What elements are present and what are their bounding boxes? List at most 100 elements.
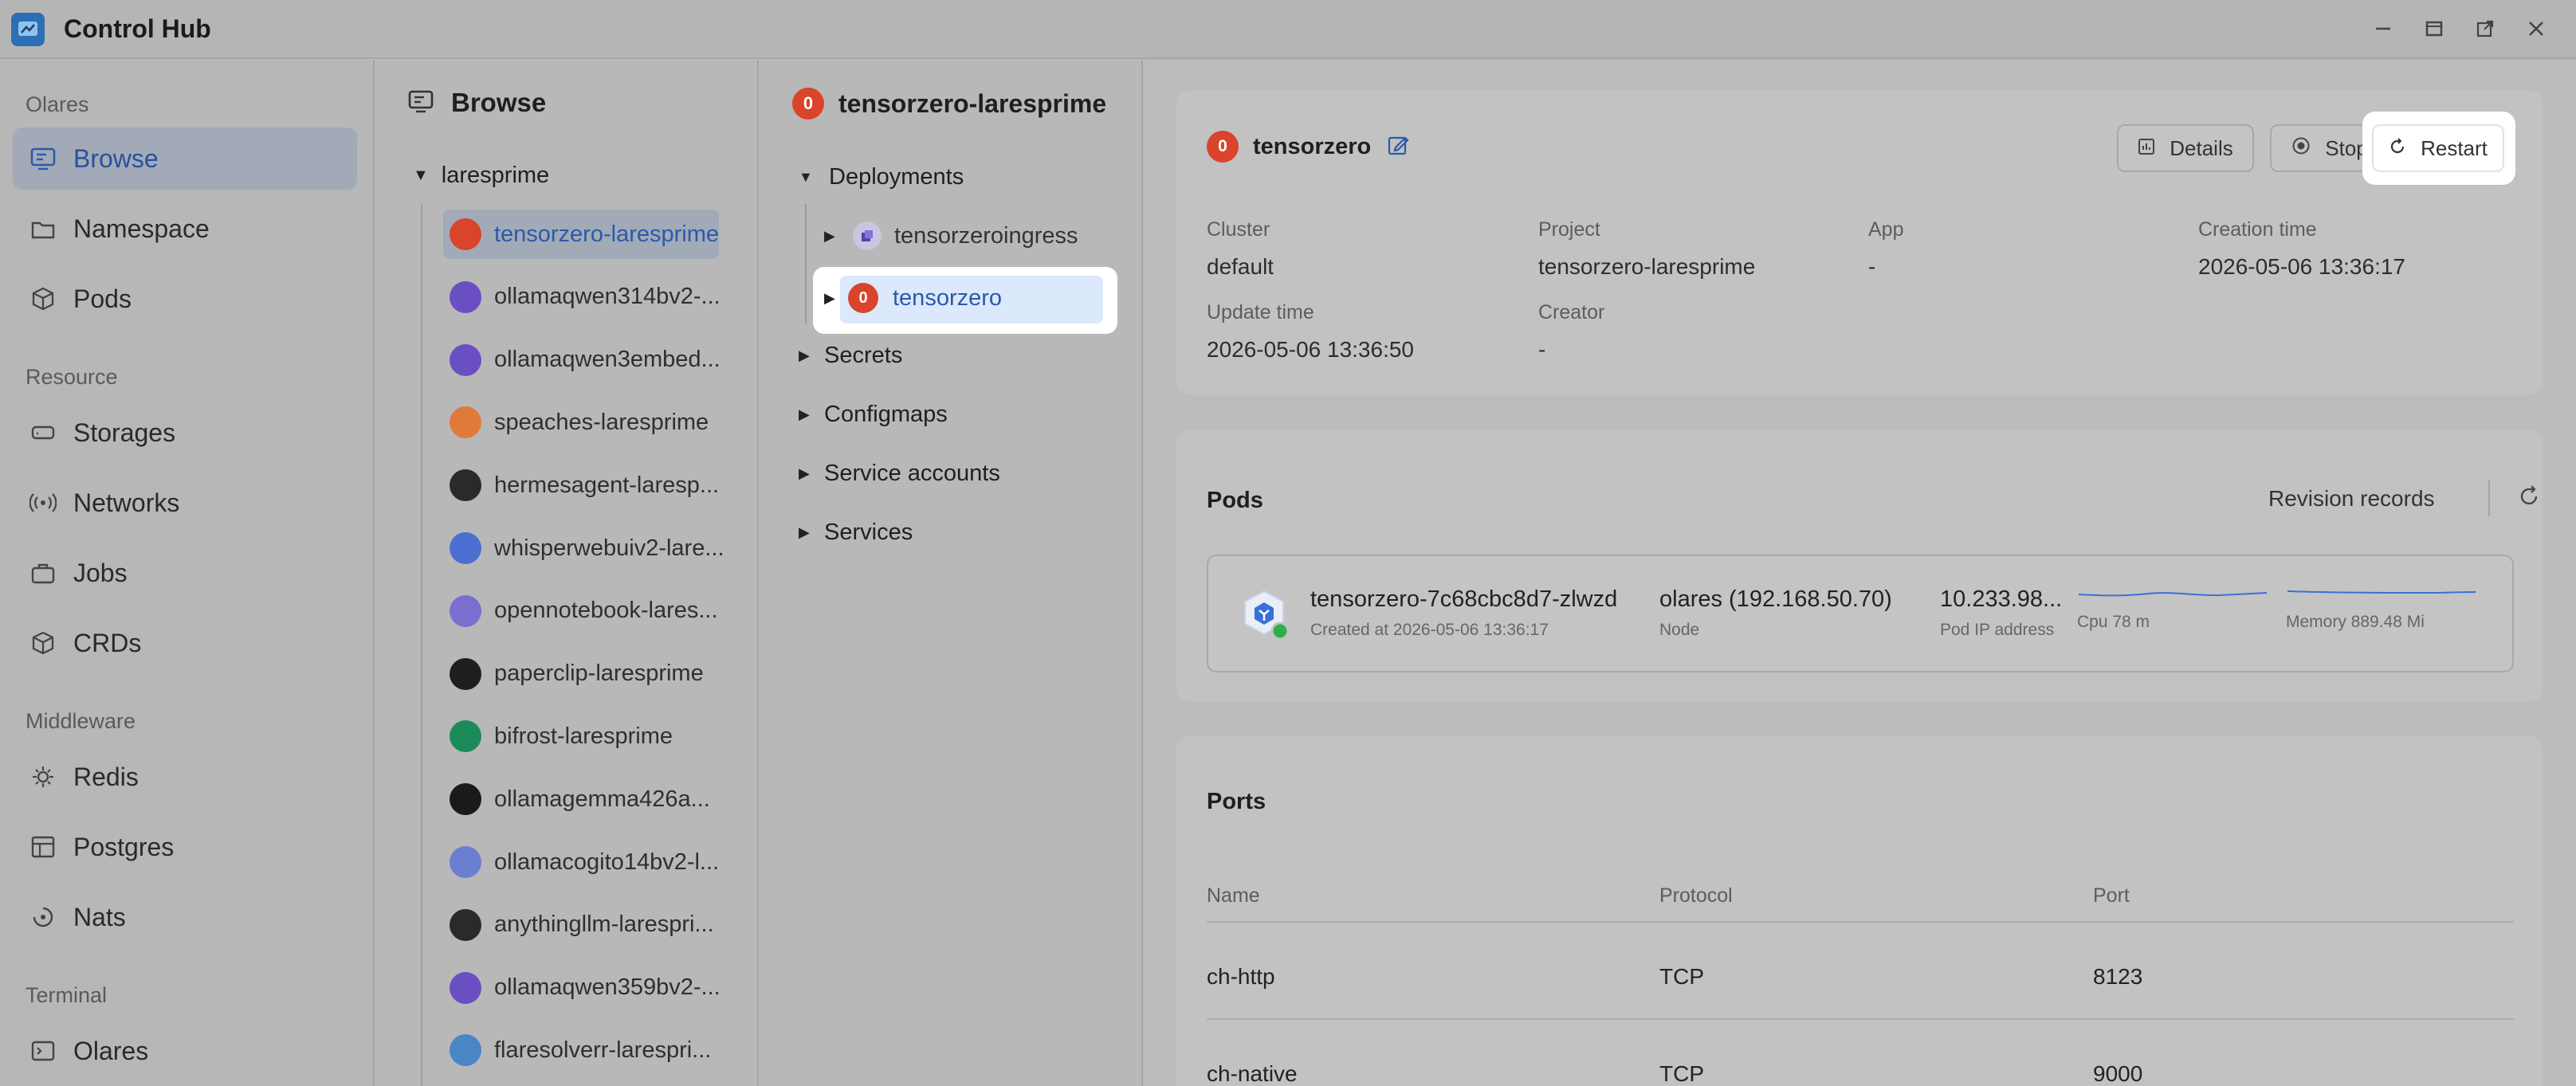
- tree-node-label: tensorzeroingress: [894, 222, 1078, 249]
- pod-row[interactable]: tensorzero-7c68cbc8d7-zlwzd Created at 2…: [1207, 555, 2514, 672]
- tree-node-services[interactable]: ▶ Services: [799, 519, 913, 546]
- app-icon: [450, 657, 481, 690]
- pod-node-col: olares (192.168.50.70) Node: [1659, 586, 1892, 640]
- app-list-item[interactable]: bifrost-laresprime: [443, 712, 746, 761]
- sidebar-item-browse[interactable]: Browse: [13, 127, 357, 190]
- app-list-item-label: paperclip-laresprime: [494, 661, 704, 687]
- meta-value: tensorzero-laresprime: [1538, 254, 1756, 279]
- ports-card: Ports Name Protocol Port ch-http TCP 812…: [1176, 736, 2543, 1086]
- sidebar-item-olares-terminal[interactable]: Olares: [13, 1020, 357, 1082]
- tree-node-tensorzero[interactable]: ▶ 0 tensorzero: [824, 283, 1002, 313]
- sidebar-item-networks[interactable]: Networks: [13, 472, 357, 534]
- app-list-item[interactable]: opennotebook-lares...: [443, 586, 746, 636]
- app-list-item[interactable]: tensorzero-laresprime: [443, 210, 719, 259]
- app-list-item[interactable]: ollamaqwen314bv2-...: [443, 272, 746, 322]
- app-list-item-label: whisperwebuiv2-lare...: [494, 535, 724, 561]
- deployment-name: tensorzero: [1253, 133, 1372, 159]
- pods-card: Pods Revision records tensorzero-7c68cbc…: [1176, 430, 2543, 701]
- storage-icon: [27, 421, 59, 445]
- sidebar-section-terminal: Terminal: [26, 983, 108, 1007]
- app-list-item[interactable]: ollamaqwen359bv2-...: [443, 963, 746, 1013]
- app-list-item-label: bifrost-laresprime: [494, 723, 673, 749]
- deployment-name-row: 0 tensorzero: [1207, 131, 1409, 163]
- browse-header: Browse: [408, 88, 546, 118]
- sidebar-item-label: Postgres: [73, 832, 175, 861]
- meta-app: App -: [1868, 218, 1903, 280]
- app-list-item-label: ollamaqwen359bv2-...: [494, 974, 721, 1001]
- edit-icon[interactable]: [1387, 134, 1409, 160]
- restart-button[interactable]: Restart: [2372, 124, 2504, 172]
- app-list-item[interactable]: speaches-laresprime: [443, 398, 746, 447]
- pods-title: Pods: [1207, 488, 1263, 513]
- sidebar-item-jobs[interactable]: Jobs: [13, 542, 357, 604]
- caret-right-icon: ▶: [799, 465, 810, 481]
- pod-ip-label: Pod IP address: [1940, 621, 2055, 639]
- sidebar-item-crds[interactable]: CRDs: [13, 612, 357, 674]
- namespace-node[interactable]: ▼ laresprime: [413, 163, 549, 189]
- tree-node-secrets[interactable]: ▶ Secrets: [799, 343, 902, 369]
- redis-icon: [27, 764, 59, 790]
- meta-value: default: [1207, 254, 1274, 279]
- app-list-item[interactable]: ollamacogito14bv2-l...: [443, 837, 746, 887]
- meta-key: Update time: [1207, 301, 1314, 323]
- app-list-item[interactable]: ollamagemma426a...: [443, 774, 746, 824]
- postgres-icon: [27, 835, 59, 859]
- namespace-label: laresprime: [441, 163, 550, 188]
- caret-down-icon: ▼: [413, 167, 429, 184]
- pod-memory-col: Memory 889.48 Mi: [2286, 580, 2477, 632]
- app-icon: [450, 406, 481, 439]
- stop-icon: [2291, 136, 2311, 161]
- crds-icon: [27, 630, 59, 656]
- sidebar-item-namespace[interactable]: Namespace: [13, 198, 357, 260]
- app-list-item-label: anythingllm-larespri...: [494, 912, 714, 938]
- app-icon: [450, 846, 481, 878]
- app-list-item[interactable]: flaresolverr-larespri...: [443, 1025, 746, 1075]
- sidebar-item-label: CRDs: [73, 628, 142, 657]
- app-list-item[interactable]: hermesagent-laresp...: [443, 461, 746, 510]
- tree-node-service-accounts[interactable]: ▶ Service accounts: [799, 461, 1000, 487]
- maximize-icon[interactable]: [2415, 11, 2453, 46]
- app-list-item[interactable]: anythingllm-larespri...: [443, 900, 746, 950]
- app-list-item[interactable]: whisperwebuiv2-lare...: [443, 523, 746, 573]
- tree-node-label: Services: [824, 519, 913, 545]
- caret-right-icon: ▶: [799, 347, 810, 363]
- sidebar-item-storages[interactable]: Storages: [13, 402, 357, 464]
- deployment-icon: [853, 222, 882, 250]
- tree-node-deployments[interactable]: ▼ Deployments: [799, 164, 964, 190]
- tree-node-configmaps[interactable]: ▶ Configmaps: [799, 402, 948, 428]
- open-external-icon[interactable]: [2466, 11, 2504, 46]
- column-header-port: Port: [2093, 884, 2130, 907]
- sidebar-section-middleware: Middleware: [26, 709, 136, 733]
- tree-title: tensorzero-laresprime: [838, 88, 1107, 118]
- tree-node-tensorzeroingress[interactable]: ▶ tensorzeroingress: [824, 222, 1078, 250]
- sidebar-item-postgres[interactable]: Postgres: [13, 816, 357, 878]
- restart-label: Restart: [2421, 135, 2488, 160]
- sidebar-section-resource: Resource: [26, 365, 118, 389]
- tree-node-label: tensorzero: [893, 284, 1003, 311]
- app-list-item[interactable]: paperclip-laresprime: [443, 649, 746, 699]
- app-list-item-label: ollamaqwen314bv2-...: [494, 284, 721, 310]
- close-icon[interactable]: [2517, 11, 2555, 46]
- sidebar-item-redis[interactable]: Redis: [13, 746, 357, 808]
- tensorzero-logo-icon: 0: [792, 88, 824, 120]
- sidebar-item-pods[interactable]: Pods: [13, 268, 357, 330]
- revision-records-link[interactable]: Revision records: [2268, 486, 2435, 512]
- deployment-info-card: 0 tensorzero Details Stop Restart Cluste…: [1176, 91, 2543, 395]
- app-icon: [450, 343, 481, 376]
- app-list-item[interactable]: ollamaqwen3embed...: [443, 335, 746, 385]
- caret-right-icon: ▶: [824, 227, 835, 244]
- refresh-icon[interactable]: [2517, 484, 2541, 512]
- browse-title: Browse: [451, 88, 547, 117]
- restart-icon: [2389, 136, 2406, 161]
- port-name: ch-http: [1207, 964, 1275, 989]
- sidebar-item-label: Browse: [73, 143, 159, 173]
- details-label: Details: [2170, 135, 2233, 160]
- app-icon: [450, 532, 481, 564]
- sidebar-item-label: Networks: [73, 488, 180, 517]
- sidebar-item-nats[interactable]: Nats: [13, 886, 357, 948]
- app-list-item-label: hermesagent-laresp...: [494, 472, 720, 498]
- details-button[interactable]: Details: [2117, 124, 2254, 172]
- meta-project: Project tensorzero-laresprime: [1538, 218, 1755, 280]
- title-bar: Control Hub: [0, 0, 2576, 59]
- minimize-icon[interactable]: [2364, 11, 2402, 46]
